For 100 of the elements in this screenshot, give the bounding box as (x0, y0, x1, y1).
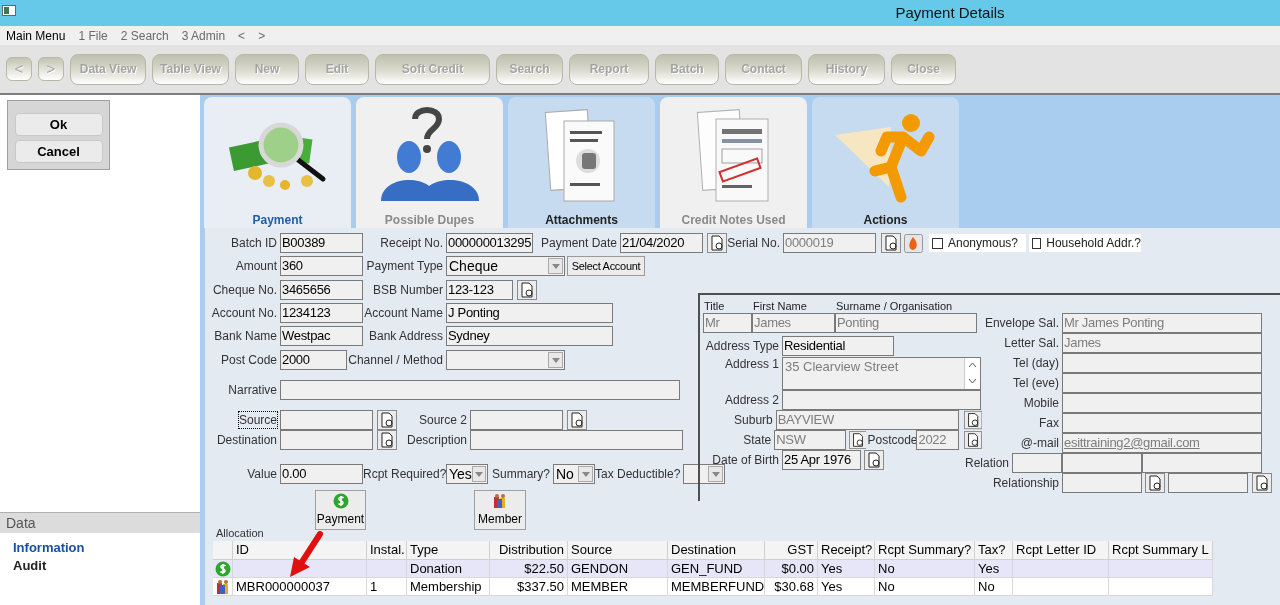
lookup-icon[interactable] (517, 280, 537, 300)
table-cell: Membership (410, 579, 482, 594)
menu-item[interactable]: > (258, 26, 266, 45)
text-field[interactable] (470, 410, 563, 430)
text-field[interactable] (280, 380, 680, 400)
lookup-icon[interactable] (864, 450, 884, 470)
field-label: Fax (1038, 415, 1060, 431)
text-field[interactable] (1062, 413, 1262, 433)
field-label: Cheque No. (211, 282, 278, 298)
field-label: Amount (234, 258, 278, 274)
dialog-button[interactable]: Ok (14, 113, 103, 136)
text-field[interactable]: Residential (782, 336, 894, 356)
text-field[interactable]: 360 (280, 256, 363, 276)
field-label: Tax Deductible? (595, 466, 682, 482)
text-field[interactable]: 1234123 (280, 303, 363, 323)
allocation-button[interactable]: Member (474, 490, 526, 530)
select-account-button[interactable]: Select Account (567, 256, 645, 276)
text-field[interactable]: J Ponting (446, 303, 613, 323)
tab[interactable]: Actions (812, 97, 959, 228)
table-cell: $30.68 (774, 579, 814, 594)
tab[interactable]: Payment (204, 97, 351, 228)
lookup-icon[interactable] (964, 430, 982, 450)
section-label: Allocation (215, 528, 264, 539)
lookup-icon[interactable] (848, 430, 867, 450)
field-label: Letter Sal. (1003, 335, 1060, 351)
text-field[interactable] (280, 410, 373, 430)
text-field[interactable] (280, 430, 373, 450)
menu-item[interactable]: 1 File (78, 26, 108, 45)
text-field[interactable]: Mr James Ponting (1062, 313, 1262, 333)
text-field[interactable] (1062, 393, 1262, 413)
lookup-icon[interactable] (567, 410, 587, 430)
text-field[interactable] (782, 390, 981, 410)
text-field[interactable]: Westpac (280, 326, 363, 346)
text-field[interactable]: 000000013295 (446, 233, 533, 253)
sidebar-item[interactable]: Audit (13, 557, 200, 575)
field-label: Bank Name (213, 328, 278, 344)
field-label: Suburb (733, 412, 774, 428)
lookup-icon[interactable] (963, 410, 982, 430)
table-cell: No (878, 561, 895, 576)
menu-item[interactable]: 3 Admin (181, 26, 226, 45)
lookup-icon[interactable] (707, 233, 727, 253)
table-cell: 1 (370, 579, 378, 594)
field-label: Source (238, 412, 277, 428)
field-label: Relationship (991, 475, 1060, 491)
table-cell: No (878, 579, 895, 594)
table-cell: $337.50 (517, 579, 564, 594)
tab-label: Payment (252, 213, 303, 227)
dialog-button[interactable]: Cancel (14, 140, 103, 163)
sidebar-item[interactable]: Information (13, 539, 200, 557)
menu-item[interactable]: Main Menu (6, 26, 66, 45)
checkbox[interactable]: Anonymous? (929, 234, 1026, 252)
text-field[interactable]: 0.00 (280, 464, 363, 484)
text-field[interactable] (1062, 453, 1142, 473)
text-field[interactable] (1142, 453, 1262, 473)
dropdown[interactable]: Yes (446, 464, 488, 484)
text-field[interactable]: 123-123 (446, 280, 513, 300)
tab-label: Possible Dupes (384, 213, 475, 227)
dropdown[interactable]: No (553, 464, 595, 484)
window-title: Payment Details (895, 2, 1005, 23)
lookup-icon[interactable] (1252, 473, 1272, 493)
text-field[interactable] (1062, 373, 1262, 393)
field-label: Account No. (210, 305, 278, 321)
table-row[interactable]: MBR000000037 1 Membership $337.50 MEMBER MEMBERFUND $30.68 Yes No No (213, 578, 1213, 596)
text-field[interactable]: B00389 (280, 233, 363, 253)
text-field[interactable] (470, 430, 683, 450)
menu-item[interactable]: 2 Search (120, 26, 169, 45)
lookup-icon[interactable] (881, 233, 901, 253)
text-field[interactable] (1062, 353, 1262, 373)
tab[interactable]: Attachments (508, 97, 655, 228)
field-label: Date of Birth (711, 452, 780, 468)
field-label: Relation (963, 455, 1010, 471)
dropdown[interactable]: Cheque (446, 256, 565, 276)
text-field[interactable]: 25 Apr 1976 (782, 450, 861, 470)
menu-item[interactable]: < (238, 26, 246, 45)
allocation-button[interactable]: Payment (315, 490, 366, 530)
table-cell: GEN_FUND (671, 561, 743, 576)
table-cell: MEMBERFUND (671, 579, 765, 594)
field-label: Payment Type (365, 258, 444, 274)
text-field[interactable]: 2000 (280, 350, 347, 370)
text-field[interactable]: James (1062, 333, 1262, 353)
text-field[interactable]: 21/04/2020 (620, 233, 703, 253)
text-field[interactable] (1062, 473, 1142, 493)
email-link[interactable]: esittraining2@gmail.com (1062, 433, 1262, 453)
column-label: Title (703, 299, 726, 313)
checkbox[interactable]: Household Addr.? (1029, 234, 1141, 252)
field-label: Value (246, 466, 278, 482)
dropdown[interactable] (683, 464, 725, 484)
lookup-icon[interactable] (1145, 473, 1165, 493)
text-field[interactable] (1168, 473, 1248, 493)
field-label: Summary? (491, 466, 551, 482)
app-icon (2, 5, 16, 16)
dollar-icon (214, 560, 231, 577)
text-field[interactable] (1012, 453, 1062, 473)
text-field[interactable]: Sydney (446, 326, 613, 346)
table-row[interactable]: Donation $22.50 GENDON GEN_FUND $0.00 Yes No Yes (213, 560, 1213, 578)
lookup-icon[interactable] (377, 410, 397, 430)
lookup-icon[interactable] (377, 430, 397, 450)
table-cell: $0.00 (781, 561, 814, 576)
text-field[interactable]: 3465656 (280, 280, 363, 300)
dropdown[interactable] (446, 350, 565, 370)
